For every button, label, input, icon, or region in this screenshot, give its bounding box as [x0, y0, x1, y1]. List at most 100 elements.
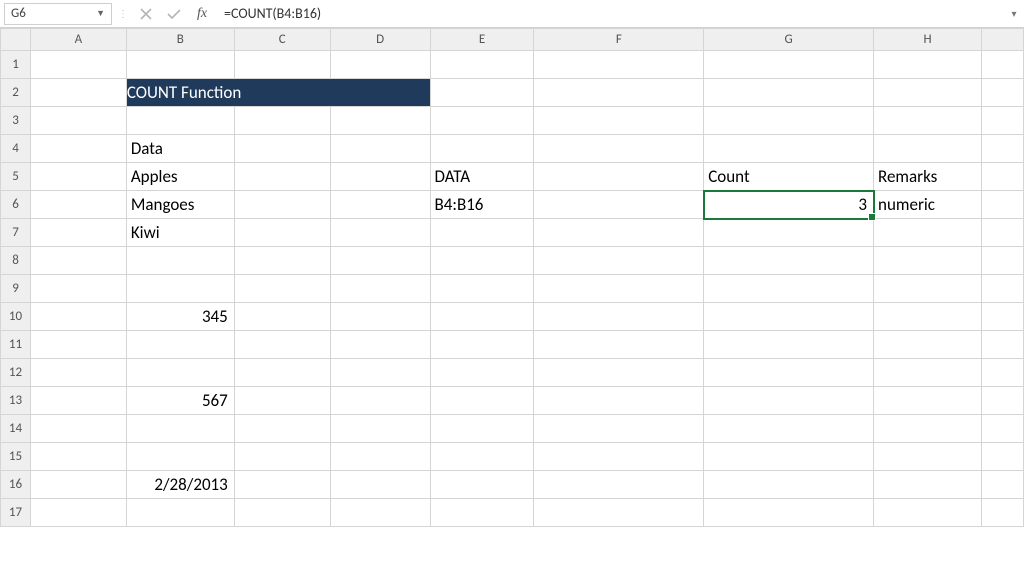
row-header-4[interactable]: 4	[1, 135, 31, 163]
cell-H12[interactable]	[874, 359, 982, 387]
cell-H6[interactable]: numeric	[874, 191, 982, 219]
cell-D11[interactable]	[330, 331, 430, 359]
cell-B15[interactable]	[126, 443, 234, 471]
row-header-6[interactable]: 6	[1, 191, 31, 219]
cell-D15[interactable]	[330, 443, 430, 471]
cell-I4[interactable]	[981, 135, 1023, 163]
cell-B5[interactable]: Apples	[126, 163, 234, 191]
cell-H13[interactable]	[874, 387, 982, 415]
cell-F15[interactable]	[534, 443, 704, 471]
row-header-8[interactable]: 8	[1, 247, 31, 275]
row-header-10[interactable]: 10	[1, 303, 31, 331]
cell-E13[interactable]	[430, 387, 534, 415]
cell-D1[interactable]	[330, 51, 430, 79]
cell-F6[interactable]	[534, 191, 704, 219]
cell-D12[interactable]	[330, 359, 430, 387]
cell-B3[interactable]	[126, 107, 234, 135]
cell-G5[interactable]: Count	[704, 163, 874, 191]
cell-I3[interactable]	[981, 107, 1023, 135]
cell-I5[interactable]	[981, 163, 1023, 191]
col-header-B[interactable]: B	[126, 29, 234, 51]
row-header-2[interactable]: 2	[1, 79, 31, 107]
col-header-E[interactable]: E	[430, 29, 534, 51]
cell-F3[interactable]	[534, 107, 704, 135]
cell-A17[interactable]	[30, 499, 126, 527]
cell-C8[interactable]	[234, 247, 330, 275]
cell-D4[interactable]	[330, 135, 430, 163]
col-header-H[interactable]: H	[874, 29, 982, 51]
cell-A7[interactable]	[30, 219, 126, 247]
cell-B14[interactable]	[126, 415, 234, 443]
cell-C5[interactable]	[234, 163, 330, 191]
cell-I11[interactable]	[981, 331, 1023, 359]
cell-C10[interactable]	[234, 303, 330, 331]
cell-I15[interactable]	[981, 443, 1023, 471]
cell-B7[interactable]: Kiwi	[126, 219, 234, 247]
cell-I17[interactable]	[981, 499, 1023, 527]
cell-D6[interactable]	[330, 191, 430, 219]
cell-F4[interactable]	[534, 135, 704, 163]
cell-G13[interactable]	[704, 387, 874, 415]
cell-H14[interactable]	[874, 415, 982, 443]
cell-I9[interactable]	[981, 275, 1023, 303]
cell-D17[interactable]	[330, 499, 430, 527]
cell-H10[interactable]	[874, 303, 982, 331]
cell-B17[interactable]	[126, 499, 234, 527]
cell-E12[interactable]	[430, 359, 534, 387]
row-header-16[interactable]: 16	[1, 471, 31, 499]
cell-D3[interactable]	[330, 107, 430, 135]
cell-F14[interactable]	[534, 415, 704, 443]
cell-I16[interactable]	[981, 471, 1023, 499]
cell-A15[interactable]	[30, 443, 126, 471]
cell-I1[interactable]	[981, 51, 1023, 79]
row-header-7[interactable]: 7	[1, 219, 31, 247]
cell-H5[interactable]: Remarks	[874, 163, 982, 191]
cell-H9[interactable]	[874, 275, 982, 303]
cell-G14[interactable]	[704, 415, 874, 443]
cell-E14[interactable]	[430, 415, 534, 443]
cell-I2[interactable]	[981, 79, 1023, 107]
cell-B12[interactable]	[126, 359, 234, 387]
cell-G16[interactable]	[704, 471, 874, 499]
cell-D5[interactable]	[330, 163, 430, 191]
cell-E6[interactable]: B4:B16	[430, 191, 534, 219]
cell-G4[interactable]	[704, 135, 874, 163]
cell-A16[interactable]	[30, 471, 126, 499]
cell-B10[interactable]: 345	[126, 303, 234, 331]
cell-B16[interactable]: 2/28/2013	[126, 471, 234, 499]
cell-H16[interactable]	[874, 471, 982, 499]
cell-F5[interactable]	[534, 163, 704, 191]
cell-H4[interactable]	[874, 135, 982, 163]
select-all-corner[interactable]	[1, 29, 31, 51]
enter-icon[interactable]	[160, 3, 188, 25]
fx-icon[interactable]: fx	[188, 3, 216, 25]
cell-G3[interactable]	[704, 107, 874, 135]
cell-I6[interactable]	[981, 191, 1023, 219]
row-header-3[interactable]: 3	[1, 107, 31, 135]
cell-E10[interactable]	[430, 303, 534, 331]
cell-G11[interactable]	[704, 331, 874, 359]
cell-A2[interactable]	[30, 79, 126, 107]
cell-G12[interactable]	[704, 359, 874, 387]
cell-H2[interactable]	[874, 79, 982, 107]
cell-A12[interactable]	[30, 359, 126, 387]
cell-E11[interactable]	[430, 331, 534, 359]
name-box[interactable]: G6 ▼	[4, 3, 112, 25]
cell-D13[interactable]	[330, 387, 430, 415]
cell-G10[interactable]	[704, 303, 874, 331]
cell-C13[interactable]	[234, 387, 330, 415]
cell-A6[interactable]	[30, 191, 126, 219]
cell-G6[interactable]: 3	[704, 191, 874, 219]
formula-bar-divider[interactable]: ⋮	[118, 3, 126, 25]
cell-B8[interactable]	[126, 247, 234, 275]
cell-E16[interactable]	[430, 471, 534, 499]
cell-G17[interactable]	[704, 499, 874, 527]
col-header-C[interactable]: C	[234, 29, 330, 51]
cell-E15[interactable]	[430, 443, 534, 471]
cell-I7[interactable]	[981, 219, 1023, 247]
cell-F9[interactable]	[534, 275, 704, 303]
row-header-1[interactable]: 1	[1, 51, 31, 79]
cell-C4[interactable]	[234, 135, 330, 163]
cell-F12[interactable]	[534, 359, 704, 387]
cell-E9[interactable]	[430, 275, 534, 303]
